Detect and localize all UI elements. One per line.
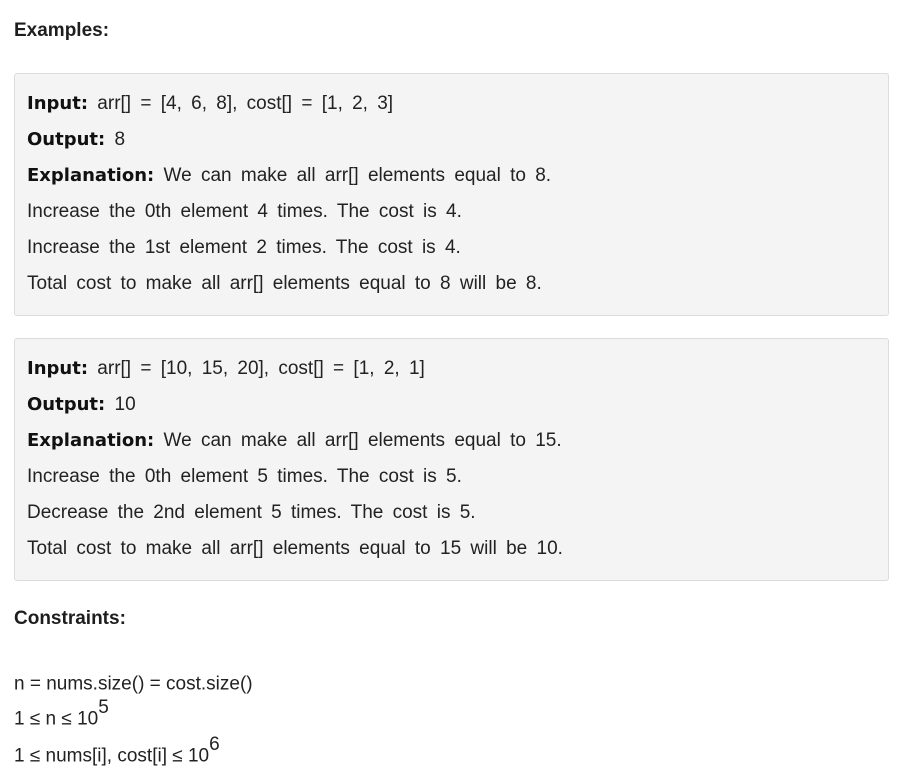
example-explanation: Explanation: We can make all arr[] eleme… bbox=[27, 429, 562, 453]
example-output: Output: 8 bbox=[27, 128, 125, 152]
example-input: Input: arr[] = [10, 15, 20], cost[] = [1… bbox=[27, 357, 425, 381]
input-label: Input: bbox=[27, 93, 89, 114]
constraint-exponent: 6 bbox=[209, 734, 220, 755]
explanation-detail: Increase the 0th element 5 times. The co… bbox=[27, 466, 462, 487]
output-label: Output: bbox=[27, 394, 106, 415]
explanation-value: We can make all arr[] elements equal to … bbox=[163, 165, 552, 186]
input-value: arr[] = [4, 6, 8], cost[] = [1, 2, 3] bbox=[97, 93, 394, 114]
example-output: Output: 10 bbox=[27, 393, 136, 417]
explanation-detail: Total cost to make all arr[] elements eq… bbox=[27, 273, 542, 294]
example-box: Input: arr[] = [4, 6, 8], cost[] = [1, 2… bbox=[14, 73, 889, 316]
example-box: Input: arr[] = [10, 15, 20], cost[] = [1… bbox=[14, 338, 889, 581]
constraint-text: 1 ≤ nums[i], cost[i] ≤ 10 bbox=[14, 745, 210, 767]
explanation-value: We can make all arr[] elements equal to … bbox=[163, 430, 562, 451]
examples-heading: Examples: bbox=[14, 20, 110, 41]
input-label: Input: bbox=[27, 358, 89, 379]
example-explanation: Explanation: We can make all arr[] eleme… bbox=[27, 164, 551, 188]
constraint-text: n = nums.size() = cost.size() bbox=[14, 673, 253, 695]
explanation-detail: Decrease the 2nd element 5 times. The co… bbox=[27, 502, 476, 523]
explanation-label: Explanation: bbox=[27, 430, 155, 451]
constraint-item: 1 ≤ n ≤ 105 bbox=[14, 697, 109, 731]
explanation-label: Explanation: bbox=[27, 165, 155, 186]
explanation-detail: Total cost to make all arr[] elements eq… bbox=[27, 538, 563, 559]
constraint-text: 1 ≤ n ≤ 10 bbox=[14, 708, 99, 730]
constraint-item: n = nums.size() = cost.size() bbox=[14, 665, 253, 696]
output-value: 8 bbox=[114, 129, 126, 150]
input-value: arr[] = [10, 15, 20], cost[] = [1, 2, 1] bbox=[97, 358, 425, 379]
output-label: Output: bbox=[27, 129, 106, 150]
constraint-item: 1 ≤ nums[i], cost[i] ≤ 106 bbox=[14, 734, 220, 768]
constraints-heading: Constraints: bbox=[14, 608, 126, 629]
constraint-exponent: 5 bbox=[98, 697, 109, 718]
example-input: Input: arr[] = [4, 6, 8], cost[] = [1, 2… bbox=[27, 92, 393, 116]
explanation-detail: Increase the 1st element 2 times. The co… bbox=[27, 237, 461, 258]
explanation-detail: Increase the 0th element 4 times. The co… bbox=[27, 201, 462, 222]
output-value: 10 bbox=[114, 394, 136, 415]
